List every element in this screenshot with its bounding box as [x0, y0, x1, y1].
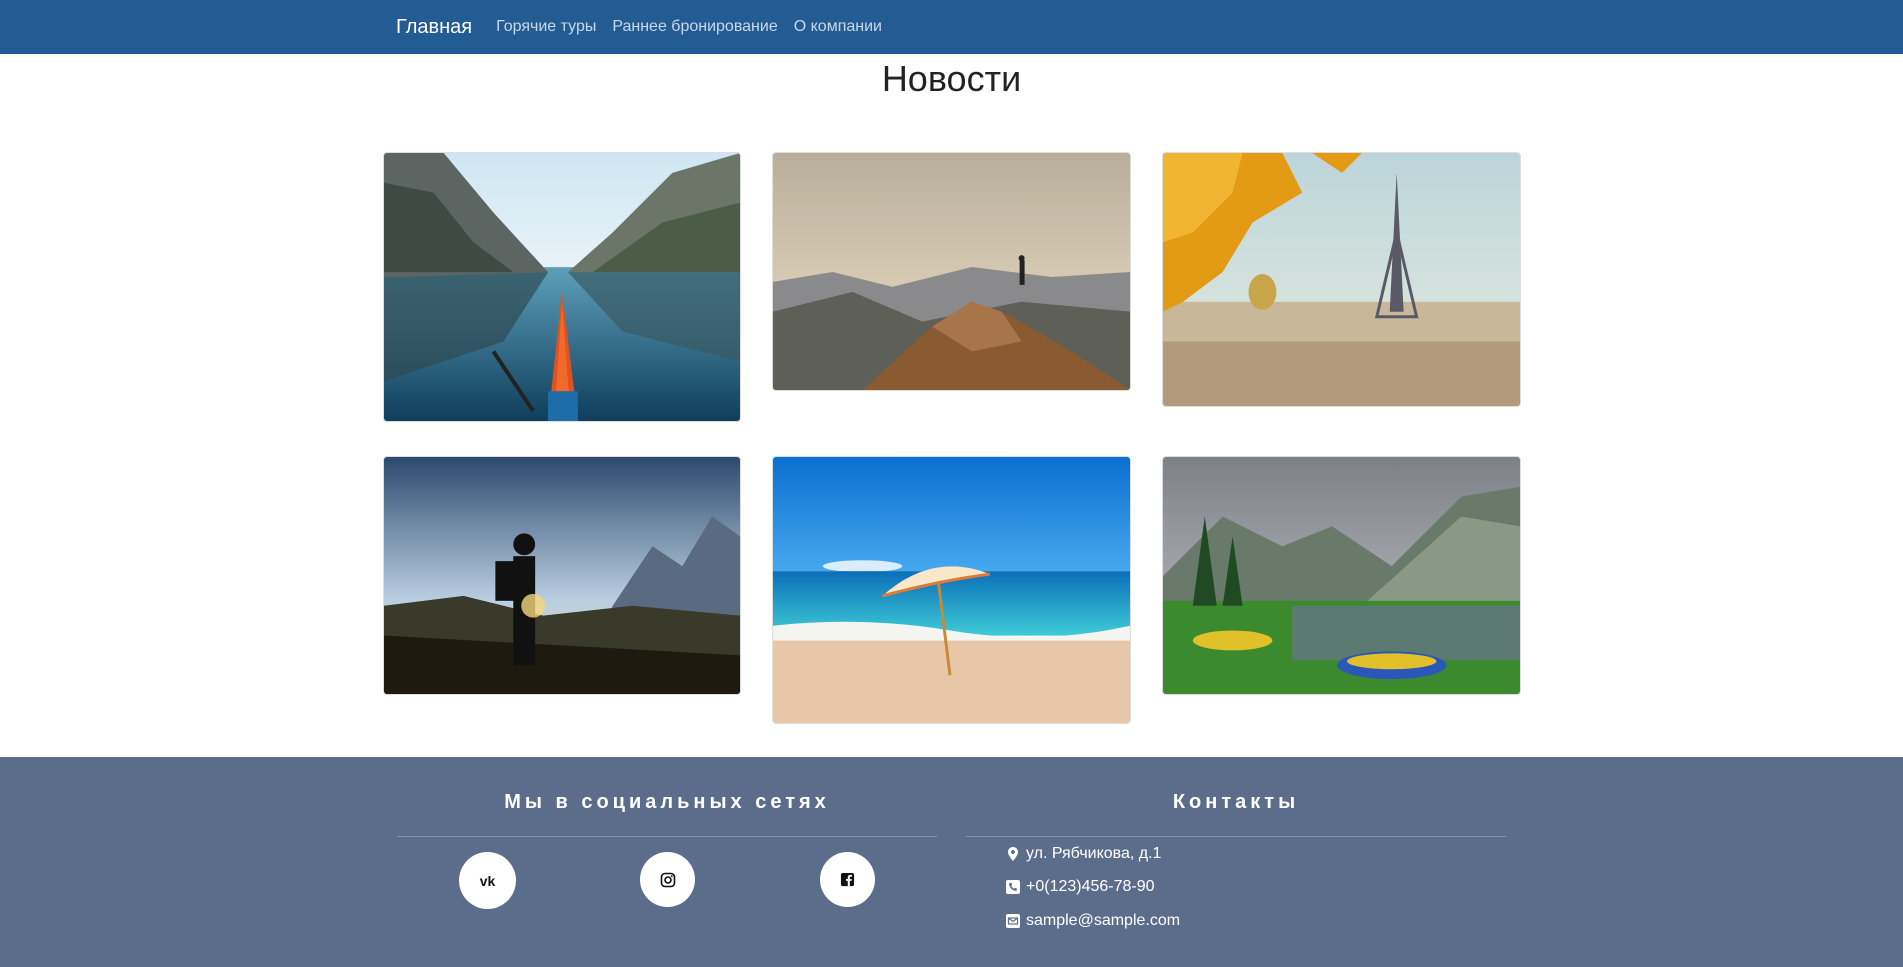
nav-link-early-booking[interactable]: Раннее бронирование	[612, 18, 777, 36]
page-title: Новости	[881, 58, 1022, 99]
contact-phone: +0(123)456-78-90	[1006, 878, 1155, 896]
footer: Мы в социальных сетях vk Контакты ул. Ря…	[0, 757, 1903, 967]
facebook-icon	[840, 872, 855, 887]
map-marker-icon	[1006, 847, 1020, 861]
contact-address: ул. Рябчикова, д.1	[1006, 845, 1161, 863]
vk-button[interactable]: vk	[459, 852, 516, 909]
instagram-icon	[660, 872, 675, 887]
email-text[interactable]: sample@sample.com	[1026, 912, 1180, 930]
social-heading: Мы в социальных сетях	[397, 791, 937, 837]
kayak-fjord-photo[interactable]	[383, 152, 741, 422]
facebook-button[interactable]	[820, 852, 875, 907]
social-section: Мы в социальных сетях vk	[397, 757, 937, 909]
phone-icon	[1006, 880, 1020, 894]
instagram-button[interactable]	[640, 852, 695, 907]
contacts-heading: Контакты	[966, 791, 1506, 837]
nav-link-about[interactable]: О компании	[794, 18, 882, 36]
address-text: ул. Рябчикова, д.1	[1026, 845, 1162, 862]
hiker-on-rock-photo[interactable]	[772, 152, 1131, 391]
mountain-lake-boats-photo[interactable]	[1162, 456, 1521, 695]
nav-inner: Главная Горячие туры Раннее бронирование…	[382, 0, 898, 54]
navbar: Главная Горячие туры Раннее бронирование…	[0, 0, 1903, 54]
vk-icon: vk	[479, 872, 496, 889]
hiker-silhouette-photo[interactable]	[383, 456, 741, 695]
envelope-icon	[1006, 914, 1020, 928]
paris-eiffel-photo[interactable]	[1162, 152, 1521, 407]
contact-email[interactable]: sample@sample.com	[1006, 912, 1180, 930]
phone-text: +0(123)456-78-90	[1026, 878, 1155, 895]
nav-brand-home[interactable]: Главная	[396, 16, 472, 39]
beach-umbrella-photo[interactable]	[772, 456, 1131, 724]
nav-link-hot-tours[interactable]: Горячие туры	[496, 18, 596, 36]
contacts-section: Контакты ул. Рябчикова, д.1 +0(123)456-7…	[966, 757, 1506, 929]
